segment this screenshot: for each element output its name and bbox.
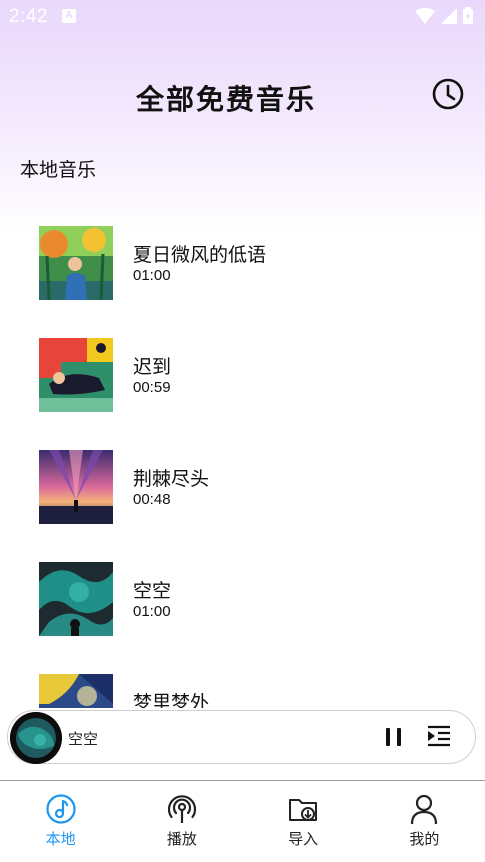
album-cover	[39, 674, 113, 708]
nav-label: 本地	[45, 830, 76, 848]
bottom-nav: 本地 播放 导入 我的	[0, 781, 485, 862]
song-duration: 00:59	[133, 379, 171, 396]
signal-icon	[441, 7, 457, 24]
player-song-title: 空空	[68, 730, 99, 748]
playlist-icon	[428, 725, 450, 747]
nav-item-import[interactable]: 导入	[243, 781, 364, 862]
album-cover	[39, 562, 113, 636]
mini-player[interactable]: 空空	[7, 710, 476, 764]
nav-item-play[interactable]: 播放	[121, 781, 242, 862]
broadcast-icon	[167, 795, 196, 823]
list-item[interactable]: 荆棘尽头 00:48	[0, 436, 485, 548]
nav-label: 播放	[166, 830, 197, 848]
player-cover[interactable]	[10, 712, 62, 764]
playlist-button[interactable]	[426, 723, 452, 749]
status-bar: 2:42 A	[0, 0, 485, 34]
clock-icon	[432, 78, 464, 110]
song-duration: 01:00	[133, 267, 171, 284]
section-title: 本地音乐	[20, 159, 97, 181]
song-title: 迟到	[133, 356, 172, 378]
list-item[interactable]: 空空 01:00	[0, 548, 485, 660]
song-title: 梦里梦外	[133, 692, 210, 708]
nav-label: 导入	[288, 830, 319, 848]
page-title: 全部免费音乐	[135, 83, 316, 116]
album-cover	[39, 338, 113, 412]
status-icons	[415, 7, 473, 24]
folder-download-icon	[289, 799, 318, 821]
battery-icon	[463, 7, 473, 24]
song-duration: 00:48	[133, 491, 171, 508]
song-title: 空空	[133, 580, 172, 602]
song-duration: 01:00	[133, 603, 171, 620]
song-list[interactable]: 夏日微风的低语 01:00 迟到 00:59 荆棘尽头 00:48 空空 01:…	[0, 212, 485, 708]
history-button[interactable]	[431, 77, 465, 111]
person-icon	[411, 794, 438, 825]
pause-button[interactable]	[382, 725, 406, 749]
wifi-icon	[415, 7, 435, 24]
pause-icon	[386, 728, 401, 746]
status-time: 2:42	[9, 6, 48, 27]
list-item[interactable]: 迟到 00:59	[0, 324, 485, 436]
nav-item-mine[interactable]: 我的	[364, 781, 485, 862]
song-title: 荆棘尽头	[133, 468, 210, 490]
notification-icon: A	[62, 9, 76, 23]
nav-label: 我的	[409, 830, 440, 848]
album-cover	[39, 450, 113, 524]
music-note-icon	[46, 794, 76, 824]
list-item[interactable]: 夏日微风的低语 01:00	[0, 212, 485, 324]
nav-item-local[interactable]: 本地	[0, 781, 121, 862]
list-item[interactable]: 梦里梦外	[0, 660, 485, 708]
album-cover	[39, 226, 113, 300]
song-title: 夏日微风的低语	[133, 244, 267, 266]
